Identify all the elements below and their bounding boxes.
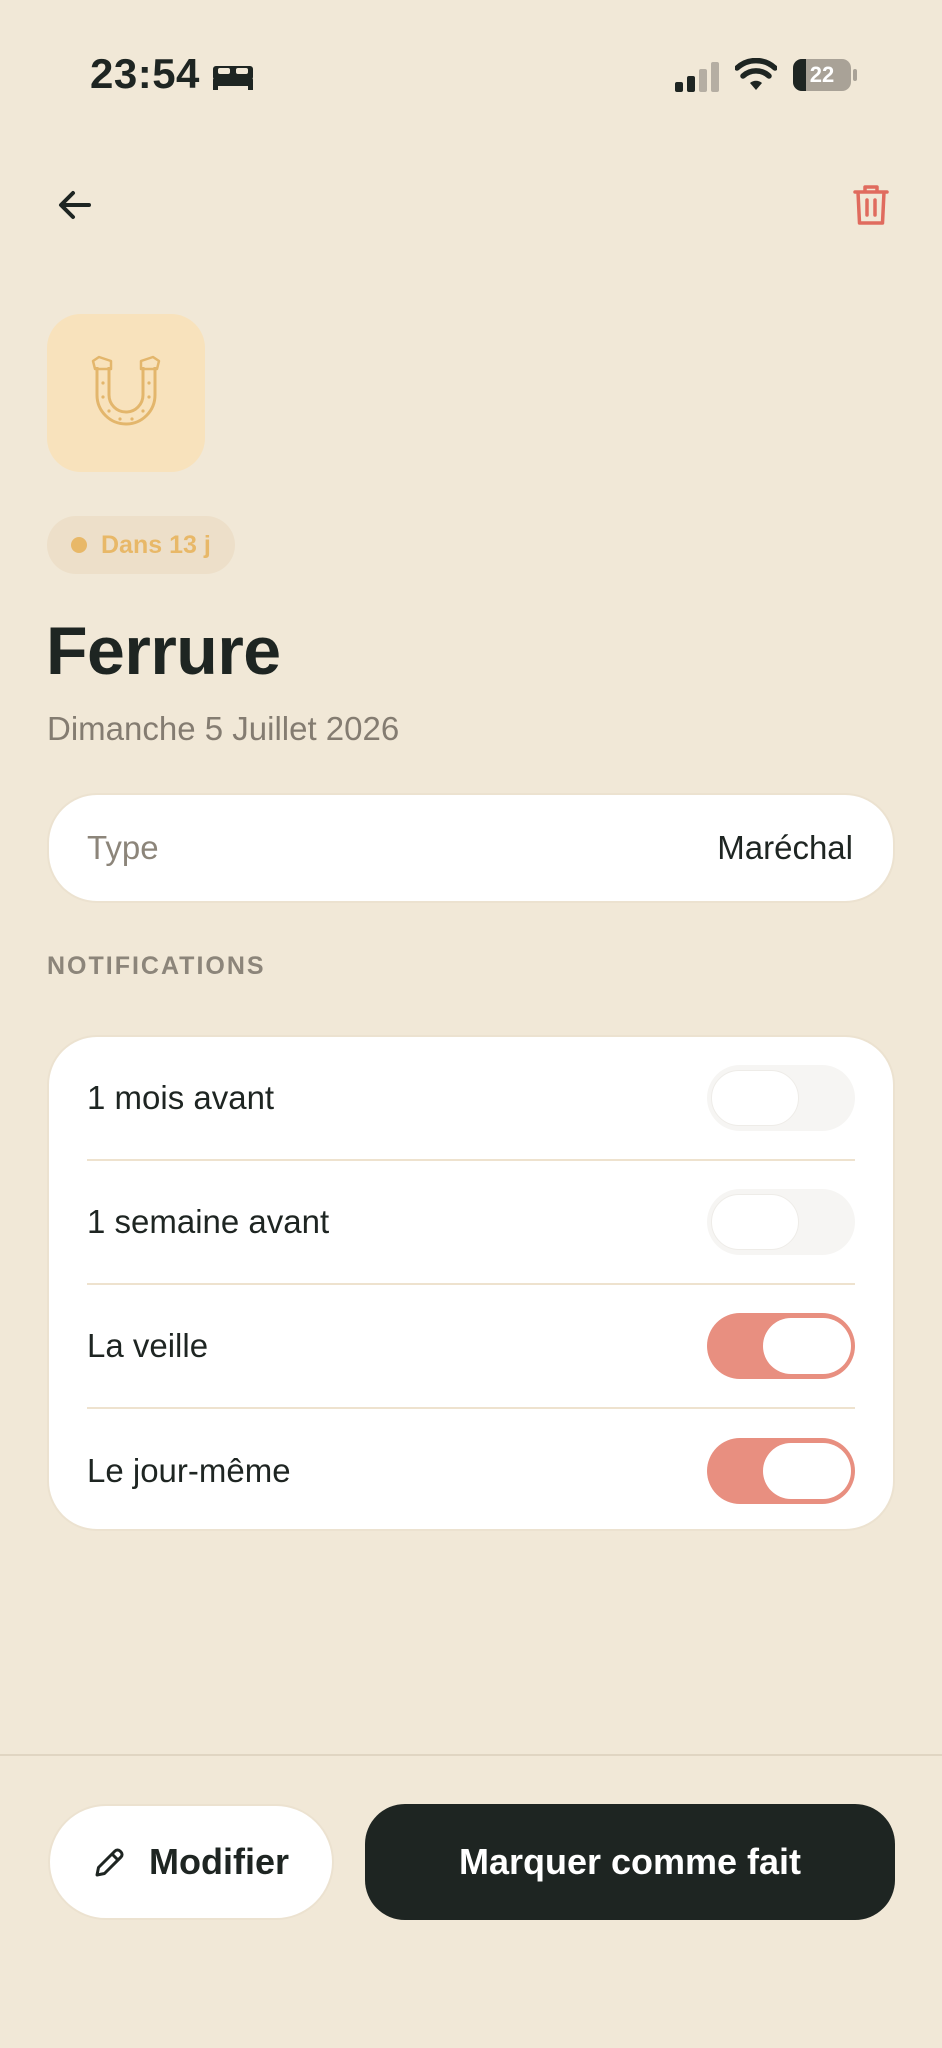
toggle-same-day[interactable] [707, 1438, 855, 1504]
event-date: Dimanche 5 Juillet 2026 [47, 710, 400, 747]
modify-button[interactable]: Modifier [48, 1804, 334, 1920]
event-icon-tile [47, 314, 205, 472]
notification-row-day-before: La veille [87, 1285, 855, 1409]
reminder-detail-screen: 23:54 22 Dans 13 j Ferrure Dimanche 5 Ju… [0, 0, 942, 2048]
cellular-signal-icon [675, 62, 719, 92]
toggle-knob [711, 1194, 799, 1250]
trash-icon [853, 185, 889, 225]
status-dot [71, 537, 87, 553]
status-time: 23:54 [90, 50, 200, 97]
back-button[interactable] [50, 180, 100, 230]
type-value: Maréchal [717, 829, 853, 866]
toggle-knob [711, 1070, 799, 1126]
bottom-divider [0, 1754, 942, 1756]
mark-done-button-label: Marquer comme fait [458, 1841, 802, 1882]
notification-row-same-day: Le jour-même [87, 1409, 855, 1533]
notification-label: 1 semaine avant [87, 1203, 330, 1240]
type-row: Type Maréchal [47, 793, 895, 903]
notifications-card: 1 mois avant 1 semaine avant La veille L… [47, 1035, 895, 1531]
toggle-1-week-before[interactable] [707, 1189, 855, 1255]
battery-indicator: 22 [793, 59, 857, 91]
countdown-text: Dans 13 j [101, 530, 211, 559]
bed-icon [213, 66, 253, 90]
notification-row-week: 1 semaine avant [87, 1161, 855, 1285]
countdown-badge: Dans 13 j [47, 516, 235, 574]
notification-label: La veille [87, 1327, 209, 1364]
page-title: Ferrure [46, 613, 281, 689]
toggle-knob [763, 1443, 851, 1499]
toggle-knob [763, 1318, 851, 1374]
toggle-1-month-before[interactable] [707, 1065, 855, 1131]
arrow-left-icon [59, 191, 91, 219]
toggle-day-before[interactable] [707, 1313, 855, 1379]
horseshoe-icon [91, 355, 161, 426]
battery-cap [853, 69, 857, 81]
notification-label: Le jour-même [87, 1452, 291, 1489]
mark-done-button[interactable]: Marquer comme fait [365, 1804, 895, 1920]
wifi-icon [735, 58, 777, 90]
delete-button[interactable] [846, 180, 896, 230]
notifications-section-label: NOTIFICATIONS [47, 952, 266, 980]
type-label: Type [87, 829, 159, 866]
modify-button-label: Modifier [149, 1841, 289, 1882]
battery-level: 22 [809, 62, 835, 87]
notification-label: 1 mois avant [87, 1079, 275, 1116]
notification-row-month: 1 mois avant [87, 1037, 855, 1161]
pencil-icon [95, 1848, 124, 1877]
